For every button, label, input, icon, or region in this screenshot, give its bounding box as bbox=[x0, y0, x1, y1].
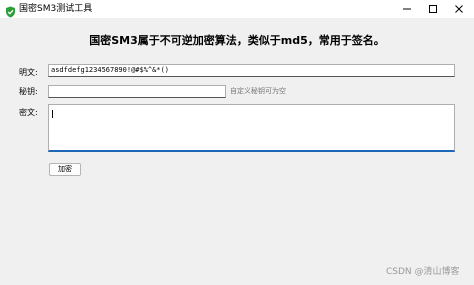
plaintext-input[interactable]: asdfdefg1234567890!@#$%^&*() bbox=[48, 64, 455, 77]
title-bar: 国密SM3测试工具 bbox=[0, 0, 474, 18]
plaintext-label: 明文: bbox=[19, 68, 38, 77]
window-title: 国密SM3测试工具 bbox=[19, 4, 93, 14]
maximize-icon bbox=[429, 5, 437, 13]
key-input[interactable] bbox=[48, 85, 226, 98]
minimize-button[interactable] bbox=[394, 0, 420, 18]
ciphertext-label: 密文: bbox=[19, 108, 38, 117]
close-icon bbox=[455, 5, 463, 13]
minimize-icon bbox=[403, 8, 411, 10]
maximize-button[interactable] bbox=[420, 0, 446, 18]
key-hint: 自定义秘钥可为空 bbox=[230, 87, 286, 95]
encrypt-button[interactable]: 加密 bbox=[49, 163, 81, 176]
key-label: 秘钥: bbox=[19, 87, 38, 96]
shield-check-icon bbox=[5, 3, 16, 18]
page-heading: 国密SM3属于不可逆加密算法，类似于md5，常用于签名。 bbox=[89, 34, 385, 47]
text-caret bbox=[52, 110, 53, 118]
ciphertext-textarea[interactable] bbox=[48, 104, 455, 152]
close-button[interactable] bbox=[446, 0, 472, 18]
watermark: CSDN @清山博客 bbox=[386, 267, 460, 277]
